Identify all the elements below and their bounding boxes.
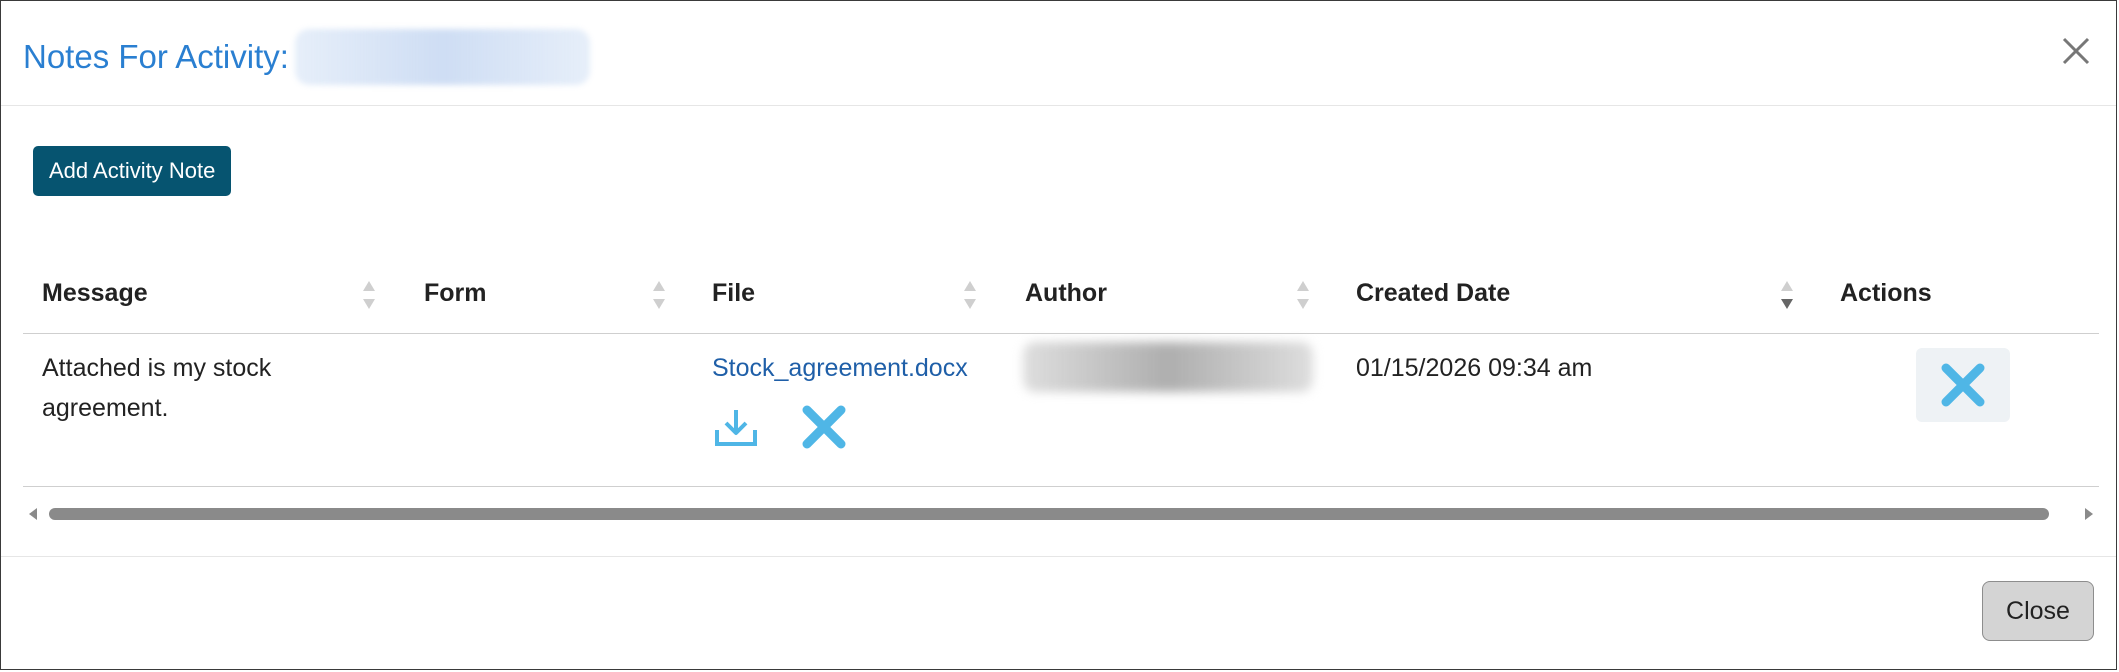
add-activity-note-button[interactable]: Add Activity Note <box>33 146 232 196</box>
message-cell: Attached is my stock agreement. <box>42 348 271 428</box>
modal-title: Notes For Activity: <box>23 29 590 85</box>
scroll-right-icon[interactable] <box>2083 507 2095 521</box>
column-header-actions: Actions <box>1840 279 1932 307</box>
column-header-form[interactable]: Form <box>424 279 487 308</box>
sort-icon[interactable] <box>963 277 977 313</box>
delete-note-button[interactable] <box>1916 348 2010 422</box>
notes-modal: Notes For Activity: Add Activity Note Me… <box>0 0 2117 670</box>
modal-title-text: Notes For Activity: <box>23 38 289 75</box>
scrollbar-thumb[interactable] <box>49 508 2049 520</box>
table-header: Message Form File Author Created Date Ac… <box>23 263 2099 334</box>
message-line: agreement. <box>42 394 169 422</box>
modal-header: Notes For Activity: <box>1 1 2116 106</box>
horizontal-scrollbar[interactable] <box>23 501 2099 527</box>
scroll-left-icon[interactable] <box>27 507 39 521</box>
column-header-message[interactable]: Message <box>42 279 148 308</box>
sort-icon[interactable] <box>652 277 666 313</box>
delete-icon <box>1941 363 1985 407</box>
delete-file-icon[interactable] <box>801 404 847 450</box>
close-button[interactable]: Close <box>1982 581 2094 641</box>
file-link[interactable]: Stock_agreement.docx <box>712 348 968 388</box>
footer-divider <box>1 556 2116 557</box>
sort-icon[interactable] <box>362 277 376 313</box>
created-date-cell: 01/15/2026 09:34 am <box>1356 354 1593 382</box>
sort-icon[interactable] <box>1296 277 1310 313</box>
author-redacted <box>1023 342 1313 392</box>
activity-name-redacted <box>294 29 590 85</box>
column-header-file[interactable]: File <box>712 279 755 308</box>
table-row: Attached is my stock agreement. Stock_ag… <box>23 334 2099 487</box>
column-header-created-date[interactable]: Created Date <box>1356 279 1510 308</box>
column-header-author[interactable]: Author <box>1025 279 1107 308</box>
notes-table: Message Form File Author Created Date Ac… <box>23 263 2099 487</box>
close-icon[interactable] <box>2056 31 2096 71</box>
message-line: Attached is my stock <box>42 354 272 382</box>
download-icon[interactable] <box>713 406 759 450</box>
sort-desc-icon[interactable] <box>1780 277 1794 313</box>
